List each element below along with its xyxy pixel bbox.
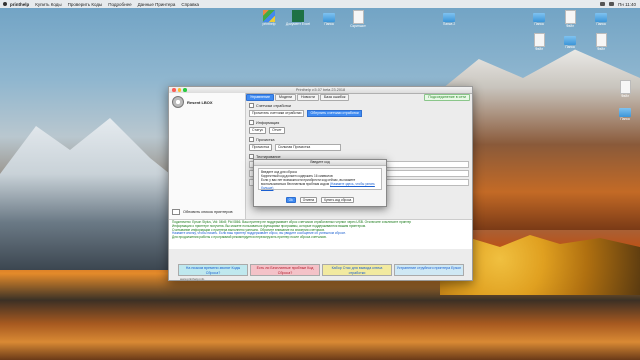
desktop-icon-folder[interactable]: Папка [314,10,344,27]
refresh-icon [172,209,180,215]
desktop-icon-label: Скриншот [350,24,366,28]
desktop-icon-excel[interactable]: Документ Excel [283,10,313,27]
counters-section: Счетчики отработки Прочитать счетчики от… [249,103,469,117]
menu-buy-codes[interactable]: Купить Коды [35,2,61,7]
desktop-right-icon[interactable]: Файл [610,80,640,99]
dialog-buttons: Ok Отмена Купить код сброса [254,196,386,203]
ad-banner-row: На низком времени звонят Коды Сброса? Ес… [178,264,464,276]
document-icon [619,80,631,94]
log-line: Для продолжения работы с программой реко… [172,235,327,240]
testing-title: Тестирование [256,154,281,159]
desktop-right-icon[interactable]: Файл [586,33,616,52]
status-button[interactable]: Статус [249,127,267,134]
window-title: Printhelp v.5.07 beta 23.2018 [295,88,346,92]
desktop-right-icon[interactable]: Папка [586,10,616,27]
folder-icon [323,13,335,22]
menu-details[interactable]: Подробнее [108,2,131,7]
desktop-icon-label: Документ Excel [285,22,311,26]
menu-help[interactable]: Справка [181,2,199,7]
desktop-icon-label: Папка [620,117,630,121]
tab-control[interactable]: Управление [246,93,274,101]
desktop-icon-label: Папка [324,22,334,26]
folder-icon [619,108,631,117]
desktop-icon-label: printhelp [262,22,276,26]
menubar-status-area: Пн 11:40 [600,2,636,7]
banner-reset-codes[interactable]: На низком времени звонят Коды Сброса? [178,264,248,276]
desktop-right-icon[interactable]: Папка [555,33,585,50]
enter-code-dialog: Введите код Введите код для сброса Корре… [253,159,387,207]
document-icon [533,33,545,47]
tab-error-base[interactable]: База ошибок [319,93,350,101]
desktop-icon-label: Файл [565,24,575,28]
desktop-icon-label: Папка [534,22,544,26]
cancel-button[interactable]: Отмена [299,196,318,203]
dialog-message: Введите код для сброса Корректный код до… [258,168,382,190]
refresh-printers-label: Обновить список принтеров [183,210,233,214]
desktop-icon-label: Файл [620,94,630,98]
cleaning-toggle-icon[interactable] [249,137,254,142]
desktop-icon-folder-2[interactable]: Папка 2 [434,10,464,27]
info-toggle-icon[interactable] [249,120,254,125]
desktop-right-icon[interactable]: Файл [555,10,585,29]
cleaning-type-select[interactable]: Сильная Прочистка [275,144,342,151]
desktop-right-icon[interactable]: Папка [524,10,554,27]
menubar-clock[interactable]: Пн 11:40 [618,2,636,7]
menu-check-codes[interactable]: Проверить Коды [68,2,103,7]
desktop-icon-printhelp[interactable]: printhelp [254,10,284,27]
desktop-right-icon[interactable]: Файл [524,33,554,52]
printer-list-panel[interactable]: Resent LBOX Обновить список принтеров [169,93,246,219]
read-counters-label[interactable]: Прочитать счетчики отработки [249,110,305,117]
desktop-right-icon[interactable]: Папка [610,105,640,122]
tab-bar: Управление Модели Новости База ошибок По… [246,93,472,101]
battery-icon[interactable] [609,2,615,6]
desktop-icon-label: Папка [596,22,606,26]
refresh-printers-button[interactable]: Обновить список принтеров [172,209,233,215]
image-file-icon [352,10,364,24]
banner-free-trial[interactable]: Есть ли Бесплатные пробные Код Сброса? [250,264,320,276]
wifi-icon[interactable] [600,2,606,6]
apple-menu-icon[interactable] [3,2,7,6]
desktop-icon-label: Папка [565,45,575,49]
desktop-icon-label: Файл [534,47,544,51]
printhelp-app-icon [263,10,275,22]
banner-epson-repair[interactable]: Устранение струйного принтера Epson [394,264,464,276]
menu-bar: printhelp Купить Коды Проверить Коды Под… [0,0,640,8]
dialog-title: Введите код [254,160,386,166]
buy-reset-code-button[interactable]: Купить код сброса [321,196,355,203]
desktop-icon-screenshot[interactable]: Скриншот [343,10,373,29]
printer-entry[interactable]: Resent LBOX [172,96,213,108]
site-link[interactable]: www.printhelp.info [180,277,204,359]
counters-toggle-icon[interactable] [249,103,254,108]
desktop-icon-label: Файл [596,47,606,51]
printer-name: Resent LBOX [187,99,213,105]
cleaning-section: Прочистка Прочистка Сильная Прочистка [249,137,469,151]
tab-models[interactable]: Модели [274,93,297,101]
menu-printer-data[interactable]: Данные Принтера [138,2,176,7]
report-button[interactable]: Отчет [269,127,285,134]
document-icon [595,33,607,47]
folder-icon [595,13,607,22]
network-status-badge[interactable]: Подсоединение в сети [424,93,470,101]
reset-counters-button[interactable]: Обнулить счетчики отработки [307,110,362,117]
tab-news[interactable]: Новости [297,93,319,101]
folder-icon [443,13,455,22]
folder-icon [533,13,545,22]
banner-waste-ink[interactable]: Кабор Стас для вывода ключа отработки [322,264,392,276]
wallpaper-lake [0,300,640,360]
folder-icon [564,36,576,45]
cleaning-button[interactable]: Прочистка [249,144,273,151]
log-area[interactable]: Подключено: Epson Stylus, Vid: 04b8; Pid… [169,219,472,249]
desktop-icon-label: Папка 2 [442,22,456,26]
info-section: Информация Статус Отчет [249,120,469,134]
cleaning-title: Прочистка [256,137,275,142]
document-icon [564,10,576,24]
menu-app-name[interactable]: printhelp [10,2,29,7]
info-title: Информация [256,120,280,125]
printhelp-window: Printhelp v.5.07 beta 23.2018 Resent LBO… [168,86,473,281]
printer-gear-icon [172,96,184,108]
ok-button[interactable]: Ok [285,196,296,203]
excel-file-icon [292,10,304,22]
counters-title: Счетчики отработки [256,103,292,108]
